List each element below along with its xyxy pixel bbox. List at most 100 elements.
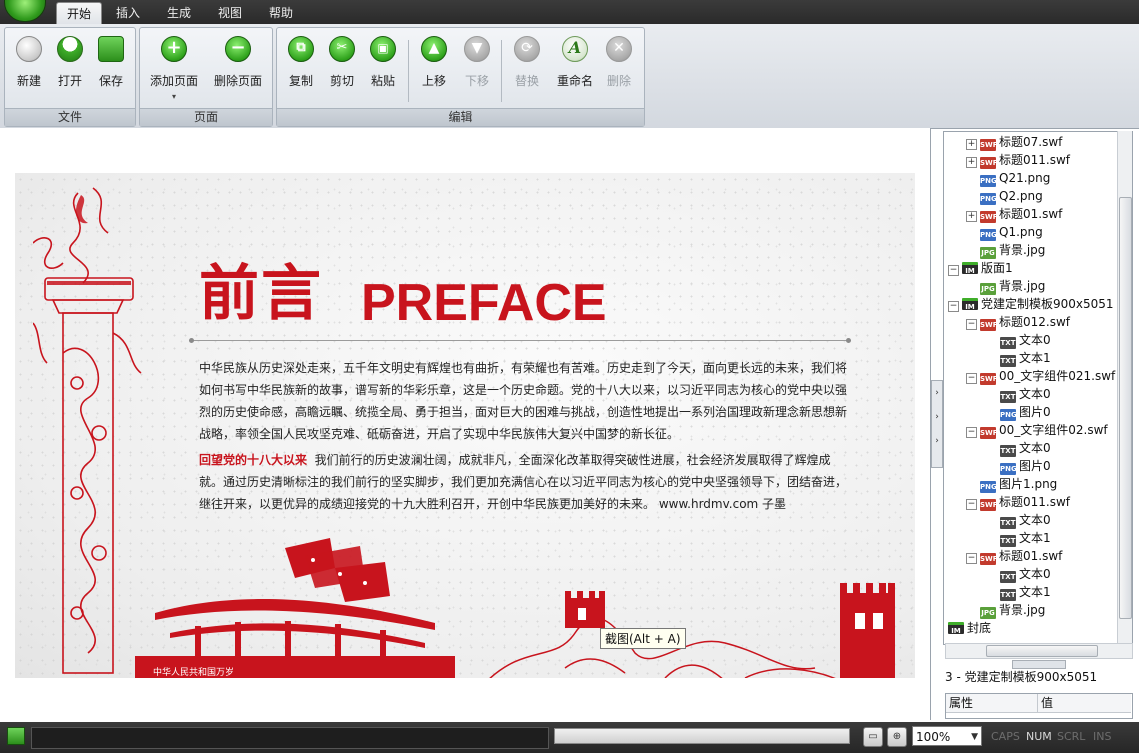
delete-page-button[interactable]: − 删除页面 bbox=[212, 36, 264, 89]
design-canvas[interactable]: 中华人民共和国万岁 前言 PREFACE 中华民族从历史深处走来，五千年文明史有… bbox=[0, 128, 931, 720]
properties-grid[interactable]: 属性 值 bbox=[945, 693, 1133, 719]
collapse-icon[interactable]: − bbox=[966, 553, 977, 564]
tree-item[interactable]: JPG 背景.jpg bbox=[980, 277, 1045, 295]
tree-item[interactable]: − IM 党建定制模板900x5051 bbox=[948, 295, 1114, 313]
tree-item[interactable]: PNG 图片0 bbox=[1000, 457, 1051, 475]
poster-title-chinese: 前言 bbox=[199, 259, 323, 329]
scrollbar-thumb[interactable] bbox=[1119, 197, 1132, 619]
jpg-file-icon: JPG bbox=[980, 607, 996, 619]
tree-item[interactable]: + SWF标题01.swf bbox=[966, 205, 1062, 223]
tree-item[interactable]: PNG 图片0 bbox=[1000, 403, 1051, 421]
expand-icon[interactable]: + bbox=[966, 139, 977, 150]
tree-item[interactable]: JPG 背景.jpg bbox=[980, 241, 1045, 259]
structure-tree[interactable]: + SWF标题07.swf + SWF标题011.swf PNG Q21.png PNG Q2… bbox=[943, 131, 1133, 645]
collapse-icon[interactable]: − bbox=[948, 265, 959, 276]
tree-item[interactable]: TXT 文本0 bbox=[1000, 331, 1051, 349]
tree-item[interactable]: PNG Q2.png bbox=[980, 187, 1043, 205]
tree-item[interactable]: − SWF00_文字组件021.swf bbox=[966, 367, 1115, 385]
tree-item[interactable]: TXT 文本0 bbox=[1000, 439, 1051, 457]
tree-item[interactable]: + SWF标题07.swf bbox=[966, 133, 1062, 151]
delete-icon: ✕ bbox=[606, 36, 632, 62]
collapse-icon[interactable]: − bbox=[966, 427, 977, 438]
collapse-icon[interactable]: − bbox=[966, 319, 977, 330]
tree-item[interactable]: PNG Q1.png bbox=[980, 223, 1043, 241]
copy-button[interactable]: ⧉ 复制 bbox=[281, 36, 321, 89]
properties-column-value: 值 bbox=[1038, 694, 1131, 713]
separator bbox=[501, 40, 502, 102]
tree-item[interactable]: TXT 文本1 bbox=[1000, 583, 1051, 601]
scrollbar-thumb[interactable] bbox=[986, 645, 1098, 657]
collapse-icon[interactable]: − bbox=[966, 373, 977, 384]
poster-preview[interactable]: 中华人民共和国万岁 前言 PREFACE 中华民族从历史深处走来，五千年文明史有… bbox=[15, 173, 915, 678]
zoom-select[interactable]: 100% ▼ bbox=[912, 726, 982, 746]
tree-item[interactable]: − SWF标题011.swf bbox=[966, 493, 1070, 511]
collapse-icon[interactable]: − bbox=[948, 301, 959, 312]
panel-collapse-handle[interactable]: › › › bbox=[931, 380, 943, 468]
tree-item-label: 00_文字组件02.swf bbox=[999, 423, 1108, 437]
png-file-icon: PNG bbox=[1000, 463, 1017, 475]
tree-item[interactable]: − SWF00_文字组件02.swf bbox=[966, 421, 1108, 439]
delete-page-icon: − bbox=[225, 36, 251, 62]
poster-paragraph-1: 中华民族从历史深处走来，五千年文明史有辉煌也有曲折，有荣耀也有苦难。历史走到了今… bbox=[199, 361, 848, 441]
ribbon-group-edit: ⧉ 复制 ✂ 剪切 ▣ 粘贴 ▲ 上移 ▼ 下移 ⟳ 替换 A 重命名 ✕ 删除… bbox=[276, 27, 645, 127]
tree-item[interactable]: − SWF标题012.swf bbox=[966, 313, 1070, 331]
rename-button[interactable]: A 重命名 bbox=[553, 36, 597, 89]
tree-item[interactable]: − IM 版面1 bbox=[948, 259, 1013, 277]
zoom-fit-icon[interactable]: ⊕ bbox=[887, 727, 907, 747]
panel-splitter[interactable] bbox=[1012, 660, 1066, 669]
delete-button[interactable]: ✕ 删除 bbox=[599, 36, 639, 89]
tree-item[interactable]: TXT 文本0 bbox=[1000, 385, 1051, 403]
tree-item[interactable]: TXT 文本1 bbox=[1000, 529, 1051, 547]
swf-file-icon: SWF bbox=[980, 553, 998, 565]
tree-item-label: 文本1 bbox=[1019, 531, 1051, 545]
tree-item[interactable]: TXT 文本1 bbox=[1000, 349, 1051, 367]
tab-insert[interactable]: 插入 bbox=[106, 2, 150, 24]
swf-file-icon: SWF bbox=[980, 319, 998, 331]
tree-item[interactable]: TXT 文本0 bbox=[1000, 511, 1051, 529]
ribbon-group-title-edit: 编辑 bbox=[277, 108, 644, 126]
tree-item[interactable]: PNG Q21.png bbox=[980, 169, 1050, 187]
poster-paragraph-2: 回望党的十八大以来 我们前行的历史波澜壮阔，成就非凡，全面深化改革取得突破性进展… bbox=[199, 449, 849, 515]
tab-help[interactable]: 帮助 bbox=[259, 2, 303, 24]
tree-item[interactable]: IM 封底 bbox=[948, 619, 991, 637]
tree-item[interactable]: JPG 背景.jpg bbox=[980, 601, 1045, 619]
ribbon-group-title-page: 页面 bbox=[140, 108, 272, 126]
tree-item-label: 标题011.swf bbox=[999, 153, 1071, 167]
move-up-button[interactable]: ▲ 上移 bbox=[414, 36, 454, 89]
tree-item-label: 背景.jpg bbox=[999, 603, 1046, 617]
collapse-icon[interactable]: − bbox=[966, 499, 977, 510]
paste-button[interactable]: ▣ 粘贴 bbox=[363, 36, 403, 89]
cut-button[interactable]: ✂ 剪切 bbox=[322, 36, 362, 89]
png-file-icon: PNG bbox=[980, 175, 997, 187]
tab-start[interactable]: 开始 bbox=[56, 2, 103, 25]
open-button[interactable]: 打开 bbox=[50, 36, 90, 89]
tab-generate[interactable]: 生成 bbox=[157, 2, 201, 24]
properties-caption: 3 - 党建定制模板900x5051 bbox=[945, 670, 1098, 684]
expand-icon[interactable]: + bbox=[966, 211, 977, 222]
zoom-out-icon[interactable]: ▭ bbox=[863, 727, 883, 747]
tree-item[interactable]: + SWF标题011.swf bbox=[966, 151, 1070, 169]
tree-horizontal-scrollbar[interactable] bbox=[945, 643, 1133, 659]
paste-icon: ▣ bbox=[370, 36, 396, 62]
expand-icon[interactable]: + bbox=[966, 157, 977, 168]
chevron-down-icon: ▼ bbox=[971, 732, 978, 742]
add-page-dropdown-icon[interactable]: ▾ bbox=[148, 92, 200, 101]
separator bbox=[408, 40, 409, 102]
tab-view[interactable]: 视图 bbox=[208, 2, 252, 24]
tree-item-label: 标题011.swf bbox=[999, 495, 1071, 509]
save-button[interactable]: 保存 bbox=[91, 36, 131, 89]
tree-vertical-scrollbar[interactable] bbox=[1117, 131, 1132, 643]
move-down-button[interactable]: ▼ 下移 bbox=[457, 36, 497, 89]
app-menu-button[interactable] bbox=[4, 0, 46, 22]
status-bar: ▭ ⊕ 100% ▼ CAPS NUM SCRL INS bbox=[0, 722, 1139, 753]
replace-button[interactable]: ⟳ 替换 bbox=[507, 36, 547, 89]
new-button[interactable]: 新建 bbox=[9, 36, 49, 89]
im-file-icon: IM bbox=[962, 298, 978, 311]
ribbon-group-title-file: 文件 bbox=[5, 108, 135, 126]
tree-item-label: Q21.png bbox=[999, 171, 1051, 185]
tree-item[interactable]: PNG 图片1.png bbox=[980, 475, 1057, 493]
tree-item-label: 标题07.swf bbox=[999, 135, 1063, 149]
add-page-button[interactable]: + 添加页面 ▾ bbox=[148, 36, 200, 101]
tree-item[interactable]: − SWF标题01.swf bbox=[966, 547, 1062, 565]
tree-item[interactable]: TXT 文本0 bbox=[1000, 565, 1051, 583]
